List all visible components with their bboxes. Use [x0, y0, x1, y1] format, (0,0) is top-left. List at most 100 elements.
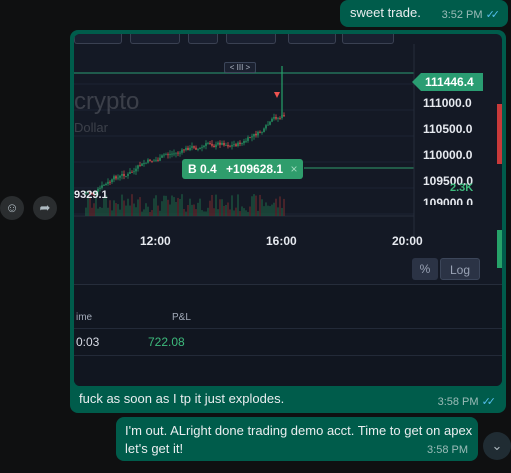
- volume-bar: [261, 199, 263, 216]
- candle-body: [275, 117, 277, 119]
- volume-bar: [151, 210, 153, 216]
- price-tick: 111000.0: [423, 96, 472, 110]
- candle-body: [277, 117, 279, 119]
- volume-bar: [215, 194, 217, 216]
- column-header-pnl: P&L: [172, 312, 191, 323]
- candle-body: [269, 121, 271, 125]
- candle-body: [261, 131, 263, 133]
- forward-icon[interactable]: ➦: [33, 196, 57, 220]
- volume-bar: [219, 199, 221, 216]
- volume-bar: [263, 206, 265, 216]
- price-tick: 109000.0: [423, 196, 474, 205]
- volume-bar: [207, 207, 209, 216]
- candle-body: [257, 131, 259, 136]
- volume-bar: [203, 211, 205, 216]
- candle-body: [191, 146, 193, 148]
- percent-scale-button[interactable]: %: [412, 258, 438, 280]
- candle-body: [187, 147, 189, 151]
- message-bubble-outgoing[interactable]: I'm out. ALright done trading demo acct.…: [116, 417, 478, 461]
- volume-bar: [241, 206, 243, 216]
- volume-bar: [247, 211, 249, 216]
- volume-bar: [119, 209, 121, 216]
- volume-bar: [109, 200, 111, 216]
- volume-bar: [269, 206, 271, 216]
- volume-bar: [279, 196, 281, 216]
- candle-body: [217, 142, 219, 145]
- message-text: sweet trade.: [350, 5, 421, 20]
- position-time: 0:03: [76, 335, 100, 349]
- chart-watermark-sub: Dollar: [74, 120, 108, 135]
- chart-watermark: crypto: [74, 88, 140, 115]
- candle-body: [247, 137, 249, 141]
- close-position-icon[interactable]: ×: [290, 162, 297, 176]
- candle-body: [167, 154, 169, 156]
- volume-bar: [227, 202, 229, 216]
- candle-body: [279, 117, 281, 119]
- position-pnl: +109628.1: [226, 162, 284, 176]
- candle-body: [159, 157, 161, 161]
- candle-body: [251, 136, 253, 138]
- volume-bar: [257, 210, 259, 216]
- volume-bar: [149, 211, 151, 216]
- volume-bar: [201, 210, 203, 216]
- candle-body: [259, 131, 261, 133]
- volume-bar: [101, 207, 103, 216]
- volume-bar: [113, 200, 115, 216]
- emoji-icon[interactable]: ☺: [0, 196, 24, 220]
- position-side: B 0.4: [188, 162, 217, 176]
- volume-bar: [185, 211, 187, 216]
- volume-bar: [275, 198, 277, 216]
- volume-bar: [131, 194, 133, 216]
- toolbar-tab: [74, 34, 122, 44]
- price-tick: 110500.0: [423, 122, 473, 136]
- position-pnl-value: 722.08: [148, 335, 185, 349]
- volume-bar: [193, 204, 195, 216]
- candle-body: [207, 142, 209, 144]
- column-header-time: ime: [76, 312, 93, 323]
- candle-body: [231, 145, 233, 147]
- candle-body: [215, 144, 217, 148]
- candle-body: [145, 162, 147, 164]
- volume-bar: [141, 211, 143, 216]
- candle-body: [179, 152, 181, 154]
- volume-bar: [121, 194, 123, 216]
- candle-body: [205, 143, 207, 146]
- message-bubble-outgoing-image[interactable]: crypto Dollar < III > 111446.4 111000.0 …: [70, 30, 506, 413]
- chart-screenshot-image[interactable]: crypto Dollar < III > 111446.4 111000.0 …: [74, 34, 502, 386]
- volume-bar: [85, 207, 87, 216]
- candle-body: [175, 152, 177, 154]
- volume-bar: [99, 206, 101, 216]
- log-scale-button[interactable]: Log: [440, 258, 480, 280]
- chevron-down-icon[interactable]: ⌄: [483, 432, 511, 460]
- volume-bar: [211, 194, 213, 216]
- time-tick: 12:00: [140, 234, 171, 248]
- volume-bar: [143, 209, 145, 216]
- volume-bar: [243, 208, 245, 216]
- volume-bar: [237, 194, 239, 216]
- candle-body: [149, 159, 151, 161]
- candle-body: [225, 145, 227, 146]
- message-bubble-outgoing[interactable]: sweet trade. 3:52 PM ✓✓: [340, 0, 508, 27]
- message-meta: 3:58 PM: [427, 444, 468, 456]
- volume-bar: [259, 194, 261, 216]
- volume-bar: [107, 207, 109, 216]
- volume-bar: [225, 204, 227, 216]
- candle-body: [185, 147, 187, 151]
- volume-bar: [161, 201, 163, 216]
- candle-body: [177, 152, 179, 154]
- candle-body: [237, 142, 239, 146]
- message-text-line: let's get it!: [125, 441, 184, 456]
- candle-body: [235, 144, 237, 146]
- volume-bar: [135, 207, 137, 216]
- volume-bar: [181, 194, 183, 216]
- candle-body: [115, 176, 117, 179]
- volume-bar: [155, 195, 157, 216]
- candle-body: [283, 115, 285, 117]
- trade-marker: [274, 92, 280, 98]
- volume-bar: [93, 203, 95, 216]
- candle-body: [209, 142, 211, 144]
- volume-label: 2.3K: [450, 182, 474, 194]
- position-label[interactable]: B 0.4 +109628.1 ×: [182, 159, 304, 179]
- candle-body: [129, 171, 131, 174]
- candle-body: [109, 181, 111, 183]
